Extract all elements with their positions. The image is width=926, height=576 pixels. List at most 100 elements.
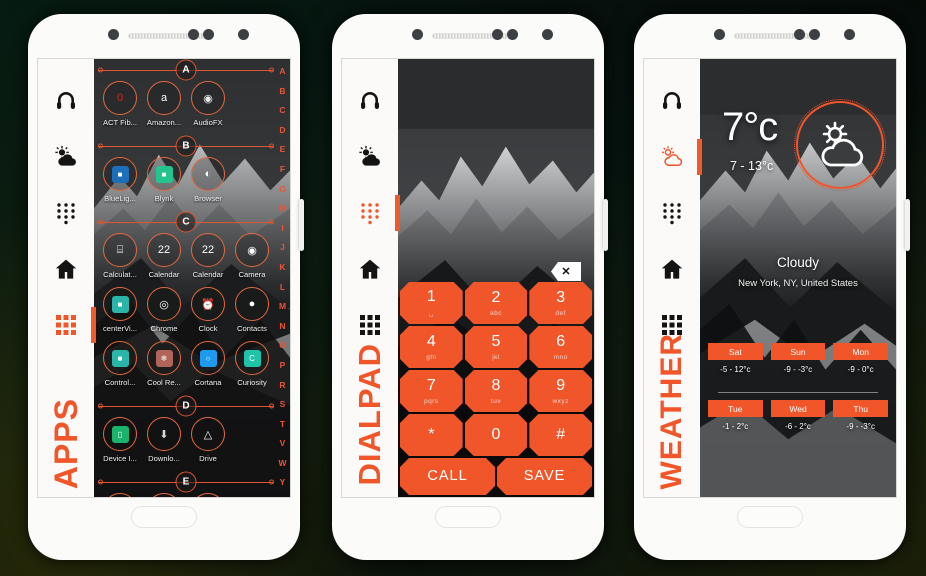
nav-item-headphones[interactable]	[644, 73, 700, 129]
alpha-index-k[interactable]: K	[279, 258, 285, 278]
app-tile-browser[interactable]: ◐ Browser	[186, 157, 230, 203]
nav-item-weather[interactable]	[38, 129, 94, 185]
nav-item-weather[interactable]	[342, 129, 398, 185]
app-tile-downloads[interactable]: ⬇ Downlo...	[142, 417, 186, 463]
forecast-range: -9 - 0°c	[847, 365, 874, 374]
backspace-key[interactable]: ✕	[551, 262, 581, 281]
app-tile-blynk[interactable]: ■ Blynk	[142, 157, 186, 203]
alpha-index-j[interactable]: J	[280, 238, 285, 258]
nav-item-apps[interactable]	[38, 297, 96, 353]
alpha-index-w[interactable]: W	[278, 454, 286, 474]
app-tile-control-panel[interactable]: ■ Control...	[98, 341, 142, 387]
dial-key-4[interactable]: 4 ghi	[400, 326, 463, 368]
calculator-icon: ⌸	[116, 243, 124, 256]
app-tile-calculator[interactable]: ⌸ Calculat...	[98, 233, 142, 279]
alpha-index-n[interactable]: N	[279, 317, 285, 337]
dial-key-number: 3	[556, 288, 566, 306]
app-tile-bluelight-filter[interactable]: ■ BlueLig...	[98, 157, 142, 203]
dial-key-1[interactable]: 1 ␣	[400, 282, 463, 324]
app-tile-amazon[interactable]: a Amazon...	[142, 81, 186, 127]
forecast-day-mon[interactable]: Mon -9 - 0°c	[833, 343, 889, 374]
nav-item-home[interactable]	[342, 241, 398, 297]
dial-key-star[interactable]: *	[400, 414, 463, 456]
forecast-day-thu[interactable]: Thu -9 - -3°c	[833, 400, 889, 431]
alpha-index-a[interactable]: A	[279, 62, 285, 82]
alpha-index-i[interactable]: I	[281, 219, 283, 239]
browser-icon: ◐	[204, 168, 212, 180]
alpha-index-c[interactable]: C	[279, 101, 285, 121]
alphabet-index[interactable]: ABCDEFGHIJKLMNOPRSTVWY	[276, 62, 289, 497]
app-tile-curiosity[interactable]: C Curiosity	[230, 341, 274, 387]
alpha-index-l[interactable]: L	[280, 278, 285, 298]
app-tile-clock[interactable]: ⏰ Clock	[186, 287, 230, 333]
app-row: ■ BlueLig... ■ Blynk ◐ Browser	[98, 157, 274, 203]
dial-key-hash[interactable]: #	[529, 414, 592, 456]
alpha-index-f[interactable]: F	[280, 160, 285, 180]
alpha-index-p[interactable]: P	[280, 356, 286, 376]
dial-key-9[interactable]: 9 wxyz	[529, 370, 592, 412]
dial-key-number: 9	[556, 376, 566, 394]
power-button[interactable]	[603, 199, 608, 251]
forecast-day-tue[interactable]: Tue -1 - 2°c	[708, 400, 763, 431]
app-tile-calendar-alt[interactable]: 22 Calendar	[186, 233, 230, 279]
app-tile-contacts[interactable]: ● Contacts	[230, 287, 274, 333]
dial-key-number: 6	[556, 332, 566, 350]
alpha-index-b[interactable]: B	[279, 82, 285, 102]
section-letter: D	[175, 395, 197, 417]
nav-item-dialpad[interactable]	[38, 185, 94, 241]
alpha-index-o[interactable]: O	[279, 336, 286, 356]
app-label: Blynk	[154, 194, 174, 203]
alpha-index-m[interactable]: M	[279, 297, 286, 317]
app-tile-camera[interactable]: ◉ Camera	[230, 233, 274, 279]
app-tile-cool-reader[interactable]: ❄ Cool Re...	[142, 341, 186, 387]
nav-item-home[interactable]	[38, 241, 94, 297]
nav-item-dialpad[interactable]	[644, 185, 700, 241]
dial-key-5[interactable]: 5 jkl	[465, 326, 528, 368]
nav-item-weather[interactable]	[644, 129, 702, 185]
alpha-index-t[interactable]: T	[280, 415, 285, 435]
alpha-index-e[interactable]: E	[280, 140, 286, 160]
app-tile-google-drive[interactable]: △ Drive	[186, 417, 230, 463]
alpha-index-v[interactable]: V	[280, 434, 286, 454]
dial-key-2[interactable]: 2 abc	[465, 282, 528, 324]
power-button[interactable]	[905, 199, 910, 251]
dialpad-panel: ✕ 1 ␣ 2 abc 3 def 4 ghi 5 jkl 6 mno 7 pqrs 8 tuv 9 wxyz * 0…	[398, 59, 594, 497]
home-button[interactable]	[737, 506, 803, 528]
dial-key-letters: tuv	[490, 397, 502, 405]
app-tile-cortana[interactable]: ○ Cortana	[186, 341, 230, 387]
app-icon-ring: 0	[103, 81, 137, 115]
alpha-index-h[interactable]: H	[279, 199, 285, 219]
alpha-index-y[interactable]: Y	[280, 473, 286, 493]
app-tile-centervision[interactable]: ■ centerVi...	[98, 287, 142, 333]
save-button[interactable]: SAVE	[497, 458, 592, 495]
dial-key-6[interactable]: 6 mno	[529, 326, 592, 368]
dial-key-3[interactable]: 3 def	[529, 282, 592, 324]
nav-item-home[interactable]	[644, 241, 700, 297]
app-tile-chrome[interactable]: ◎ Chrome	[142, 287, 186, 333]
alpha-index-d[interactable]: D	[279, 121, 285, 141]
forecast-day-sun[interactable]: Sun -9 - -3°c	[770, 343, 826, 374]
app-icon-ring: ⬇	[147, 417, 181, 451]
forecast-day-wed[interactable]: Wed -6 - 2°c	[770, 400, 826, 431]
nav-item-dialpad[interactable]	[342, 185, 400, 241]
dial-key-letters: def	[555, 309, 566, 317]
nav-item-headphones[interactable]	[38, 73, 94, 129]
app-tile-device-info[interactable]: ▯ Device I...	[98, 417, 142, 463]
dial-key-8[interactable]: 8 tuv	[465, 370, 528, 412]
alpha-index-g[interactable]: G	[279, 180, 286, 200]
home-button[interactable]	[435, 506, 501, 528]
home-button[interactable]	[131, 506, 197, 528]
dial-key-7[interactable]: 7 pqrs	[400, 370, 463, 412]
nav-item-headphones[interactable]	[342, 73, 398, 129]
power-button[interactable]	[299, 199, 304, 251]
app-tile-audiofx[interactable]: ◉ AudioFX	[186, 81, 230, 127]
app-tile-act-fibernet[interactable]: 0 ACT Fib...	[98, 81, 142, 127]
alpha-index-s[interactable]: S	[280, 395, 286, 415]
call-button[interactable]: CALL	[400, 458, 495, 495]
app-tile-calendar[interactable]: 22 Calendar	[142, 233, 186, 279]
app-icon-ring: a	[147, 81, 181, 115]
dial-key-number: 1	[426, 288, 436, 305]
forecast-day-sat[interactable]: Sat -5 - 12°c	[708, 343, 763, 374]
dial-key-0[interactable]: 0	[465, 414, 528, 456]
alpha-index-r[interactable]: R	[279, 376, 285, 396]
